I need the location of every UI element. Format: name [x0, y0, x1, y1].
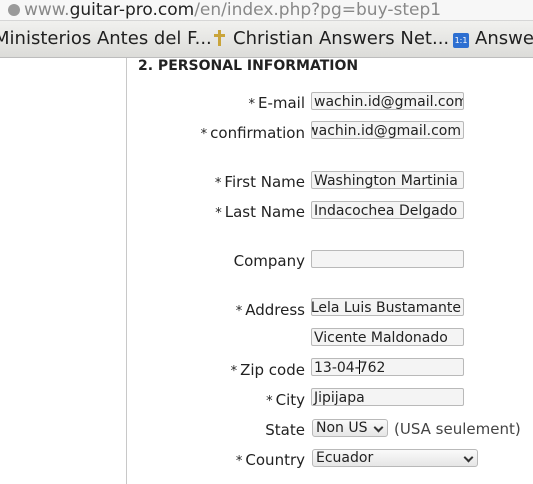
label-text: Last Name: [224, 203, 305, 221]
label-text: Country: [245, 451, 305, 469]
city-label: * City: [266, 391, 305, 409]
field-value: wachin.id@gmail.com: [311, 123, 461, 139]
label-text: Address: [245, 301, 305, 319]
email-label: * E-mail: [248, 94, 305, 112]
label-text: Zip code: [240, 361, 305, 379]
field-value: Washington Martinia: [314, 173, 458, 189]
address2-field[interactable]: Vicente Maldonado: [311, 328, 464, 346]
chevron-down-icon: [463, 452, 474, 463]
label-text: Company: [233, 252, 305, 270]
section-title: 2. PERSONAL INFORMATION: [138, 58, 359, 74]
url-domain: guitar-pro.com: [69, 0, 195, 20]
field-value: 13-04-: [314, 360, 360, 376]
zip-field[interactable]: 13-04-762: [311, 358, 464, 376]
bookmark-ministerios[interactable]: Ministerios Antes del F...: [0, 21, 212, 57]
left-panel: [0, 58, 127, 484]
country-label: * Country: [236, 451, 305, 469]
label-text: E-mail: [257, 94, 305, 112]
globe-icon: [8, 4, 20, 16]
required-mark: *: [214, 176, 222, 191]
url-path: /en/index.php?pg=buy-step1: [194, 0, 442, 20]
first-name-label: * First Name: [215, 173, 305, 191]
required-mark: *: [215, 206, 222, 221]
state-select[interactable]: Non US: [312, 419, 388, 437]
bookmark-label: Answe: [475, 28, 533, 49]
required-mark: *: [235, 454, 243, 469]
label-text: City: [275, 391, 305, 409]
cross-icon: [213, 30, 225, 46]
required-mark: *: [200, 127, 208, 142]
bookmark-answers[interactable]: 1:1 Answe: [453, 21, 533, 57]
label-text: confirmation: [210, 124, 305, 142]
select-value: Ecuador: [316, 450, 374, 466]
url-prefix: www.: [24, 0, 70, 20]
last-name-field[interactable]: Indacochea Delgado: [311, 201, 464, 219]
state-label: State: [265, 421, 305, 439]
company-field[interactable]: [311, 250, 464, 268]
field-value: Jipijapa: [314, 390, 365, 406]
bookmark-label: Christian Answers Net...: [233, 28, 450, 49]
field-value: Indacochea Delgado: [314, 203, 458, 219]
url-bar[interactable]: www.guitar-pro.com/en/index.php?pg=buy-s…: [0, 0, 533, 21]
required-mark: *: [235, 304, 243, 319]
country-select[interactable]: Ecuador: [312, 449, 478, 467]
field-value: Vicente Maldonado: [314, 330, 448, 346]
confirmation-label: * confirmation: [201, 124, 305, 142]
city-field[interactable]: Jipijapa: [311, 388, 464, 406]
field-value: Lela Luis Bustamante: [311, 300, 461, 316]
bookmark-label: Ministerios Antes del F...: [0, 28, 212, 49]
last-name-label: * Last Name: [215, 203, 305, 221]
zip-label: * Zip code: [231, 361, 305, 379]
company-label: Company: [234, 252, 305, 270]
bookmark-christian-answers[interactable]: Christian Answers Net...: [213, 21, 449, 57]
label-text: First Name: [224, 173, 305, 191]
select-value: Non US: [316, 420, 368, 436]
address-label: * Address: [236, 301, 305, 319]
calendar-icon: 1:1: [453, 33, 469, 48]
email-field[interactable]: wachin.id@gmail.com: [311, 92, 464, 110]
chevron-down-icon: [373, 422, 384, 433]
bookmarks-bar: Ministerios Antes del F... Christian Ans…: [0, 21, 533, 58]
required-mark: *: [248, 97, 255, 112]
address-field[interactable]: Lela Luis Bustamante: [311, 298, 464, 316]
label-text: State: [265, 421, 305, 439]
state-note: (USA seulement): [394, 420, 521, 438]
required-mark: *: [230, 364, 238, 379]
required-mark: *: [266, 394, 273, 409]
first-name-field[interactable]: Washington Martinia: [311, 171, 464, 189]
field-value: wachin.id@gmail.com: [314, 94, 464, 110]
email-confirmation-field[interactable]: wachin.id@gmail.com: [311, 121, 464, 139]
field-value: 762: [358, 360, 386, 376]
